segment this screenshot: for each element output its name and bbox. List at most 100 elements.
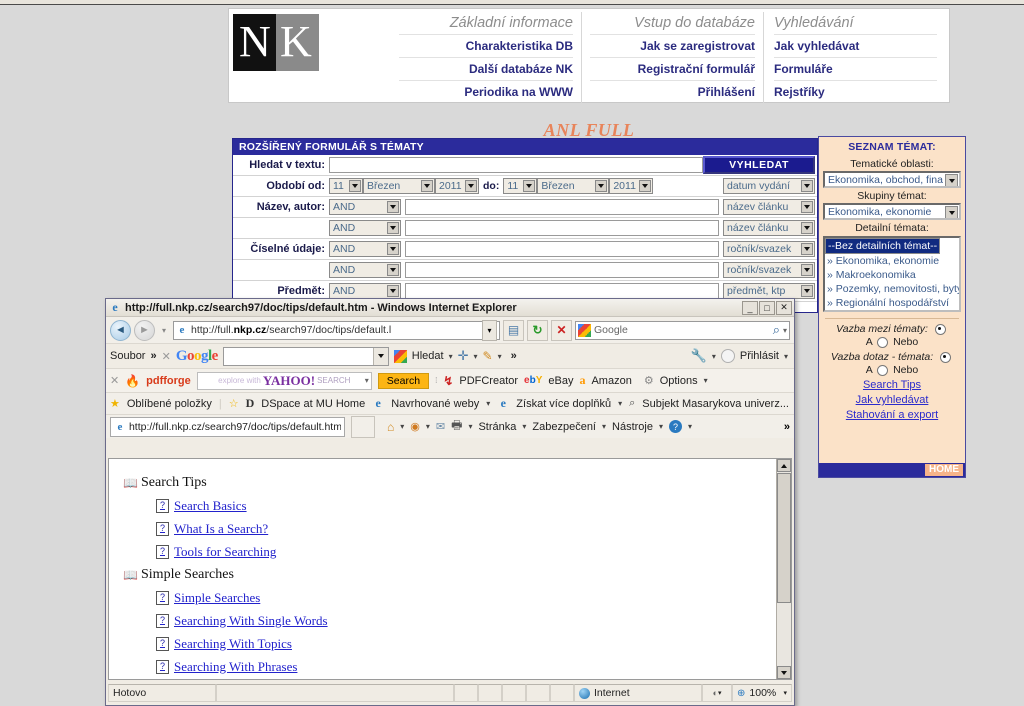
yahoo-search-input[interactable]: explore with YAHOO! SEARCH ▾ (196, 371, 372, 390)
from-month-select[interactable]: Březen (363, 178, 435, 194)
field-select-3[interactable]: ročník/svazek (723, 262, 815, 278)
doc-link-tools-for-searching[interactable]: ? Tools for Searching (156, 540, 791, 563)
nav-link-charakteristika-db[interactable]: Charakteristika DB (399, 34, 573, 57)
options-button[interactable]: Options (660, 375, 698, 387)
zabezpeceni-menu[interactable]: Zabezpečení (532, 421, 596, 433)
query-input-2[interactable] (405, 241, 719, 257)
prihlasit-button[interactable]: Přihlásit (740, 350, 779, 362)
link-jak-vyhledavat[interactable]: Jak vyhledávat (819, 393, 965, 408)
nav-link-rejstriky[interactable]: Rejstříky (774, 80, 937, 103)
operator-select-1[interactable]: AND (329, 220, 401, 236)
favorite-ziskat-vice-doplnku[interactable]: Získat více doplňků (516, 398, 611, 410)
doc-link-searching-with-phrases[interactable]: ? Searching With Phrases (156, 655, 791, 678)
menu-soubor[interactable]: Soubor (110, 350, 145, 362)
doc-link-searching-with-topics[interactable]: ? Searching With Topics (156, 632, 791, 655)
chevron-down-icon[interactable]: ▾ (688, 422, 692, 431)
field-select-4[interactable]: předmět, ktp (723, 283, 815, 299)
doc-link-search-basics[interactable]: ? Search Basics (156, 494, 791, 517)
radio-vazba-temata-nebo[interactable] (934, 323, 946, 335)
field-select-0[interactable]: název článku (723, 199, 815, 215)
vyhledat-button[interactable]: VYHLEDAT (703, 156, 815, 174)
favorites-label[interactable]: Oblíbené položky (127, 398, 212, 410)
operator-select-0[interactable]: AND (329, 199, 401, 215)
chevron-down-icon[interactable]: ▾ (522, 422, 526, 431)
query-input-3[interactable] (405, 262, 719, 278)
chevron-down-icon[interactable]: ▾ (712, 352, 716, 361)
chevron-down-icon[interactable]: ▾ (602, 422, 606, 431)
doc-link-searching-single-words[interactable]: ? Searching With Single Words (156, 609, 791, 632)
nav-link-prihlaseni[interactable]: Přihlášení (590, 80, 755, 103)
from-year-select[interactable]: 2011 (435, 178, 479, 194)
favorite-subjekt-masarykova[interactable]: Subjekt Masarykova univerz... (642, 398, 789, 410)
security-zone[interactable]: Internet (574, 684, 702, 702)
chevron-down-icon[interactable]: ▾ (468, 422, 472, 431)
command-overflow-icon[interactable]: » (784, 421, 790, 433)
stop-icon[interactable]: ✕ (551, 319, 572, 341)
highlight-icon[interactable]: ✎ (483, 349, 493, 363)
to-month-select[interactable]: Březen (537, 178, 610, 194)
date-field-select[interactable]: datum vydání (723, 178, 815, 194)
chevron-down-icon[interactable]: ▾ (365, 376, 369, 385)
minimize-button[interactable]: _ (742, 300, 758, 315)
chevron-down-icon[interactable]: ▾ (400, 422, 404, 431)
history-dropdown-icon[interactable]: ▾ (158, 320, 170, 341)
list-item[interactable]: » Makroekonomika (825, 268, 959, 282)
toolbar-close-icon[interactable]: ✕ (110, 374, 119, 387)
amazon-button[interactable]: Amazon (591, 375, 631, 387)
chevron-down-icon[interactable]: ▾ (704, 376, 708, 385)
list-item[interactable]: --Bez detailních témat-- (825, 238, 941, 254)
google-toolbar-input[interactable] (222, 346, 389, 366)
detail-themes-list[interactable]: --Bez detailních témat-- » Ekonomika, ek… (823, 236, 961, 312)
ie-title-bar[interactable]: e http://full.nkp.cz/search97/doc/tips/d… (106, 299, 794, 317)
radio-vazba-temata-a[interactable] (877, 336, 889, 348)
chevron-down-icon[interactable]: ▾ (449, 352, 453, 361)
query-input-4[interactable] (405, 283, 719, 299)
to-day-select[interactable]: 11 (503, 178, 538, 194)
translate-icon[interactable]: ✛ (458, 348, 469, 364)
google-toolbar-overflow-icon[interactable]: » (511, 350, 517, 362)
close-button[interactable]: ✕ (776, 300, 792, 315)
link-search-tips[interactable]: Search Tips (819, 378, 965, 393)
list-item[interactable]: » Ekonomika, ekonomie (825, 254, 959, 268)
forward-button-icon[interactable]: ► (134, 319, 155, 341)
print-icon[interactable]: 🖶 (451, 416, 462, 437)
zoom-control[interactable]: ⊕ 100% ▾ (732, 684, 792, 702)
operator-select-4[interactable]: AND (329, 283, 401, 299)
chevron-down-icon[interactable] (372, 347, 388, 365)
compatibility-view-icon[interactable]: ▤ (503, 319, 524, 341)
doc-link-what-is-a-search[interactable]: ? What Is a Search? (156, 517, 791, 540)
nav-link-jak-se-zaregistrovat[interactable]: Jak se zaregistrovat (590, 34, 755, 57)
mail-icon[interactable]: ✉ (436, 420, 445, 433)
drag-handle-icon[interactable]: ⁞ (435, 376, 437, 385)
new-tab-button[interactable] (351, 415, 375, 438)
menu-overflow-icon[interactable]: » (150, 350, 156, 362)
rss-feeds-icon[interactable]: ◉ (410, 420, 420, 433)
nav-link-formulare[interactable]: Formuláře (774, 57, 937, 80)
chevron-down-icon[interactable]: ▾ (474, 352, 478, 361)
wrench-icon[interactable]: 🔧 (691, 348, 707, 364)
back-button-icon[interactable]: ◄ (110, 319, 131, 341)
address-dropdown-icon[interactable]: ▾ (482, 319, 497, 341)
maximize-button[interactable]: □ (759, 300, 775, 315)
to-year-select[interactable]: 2011 (609, 178, 654, 194)
ebay-button[interactable]: eBay (548, 375, 573, 387)
home-icon[interactable]: ⌂ (387, 420, 394, 434)
query-input-0[interactable] (405, 199, 719, 215)
operator-select-2[interactable]: AND (329, 241, 401, 257)
chevron-down-icon[interactable]: ▾ (498, 352, 502, 361)
chevron-down-icon[interactable]: ▾ (486, 399, 490, 408)
help-icon[interactable]: ? (669, 420, 682, 433)
search-icon[interactable]: ⌕ (773, 322, 780, 338)
yahoo-search-button[interactable]: Search (377, 372, 430, 389)
chevron-down-icon[interactable]: ▾ (784, 352, 788, 361)
from-day-select[interactable]: 11 (329, 178, 363, 194)
favorite-navrhovane-weby[interactable]: Navrhované weby (391, 398, 479, 410)
link-stahovani-a-export[interactable]: Stahování a export (819, 408, 965, 423)
favorite-dspace[interactable]: DSpace at MU Home (261, 398, 365, 410)
thematic-area-select[interactable]: Ekonomika, obchod, fina (823, 171, 961, 188)
search-dropdown-icon[interactable]: ▾ (783, 326, 787, 335)
radio-vazba-dotaz-a[interactable] (877, 364, 889, 376)
theme-group-select[interactable]: Ekonomika, ekonomie (823, 203, 961, 220)
chevron-down-icon[interactable]: ▾ (659, 422, 663, 431)
google-hledat-button[interactable]: Hledat (412, 350, 444, 362)
